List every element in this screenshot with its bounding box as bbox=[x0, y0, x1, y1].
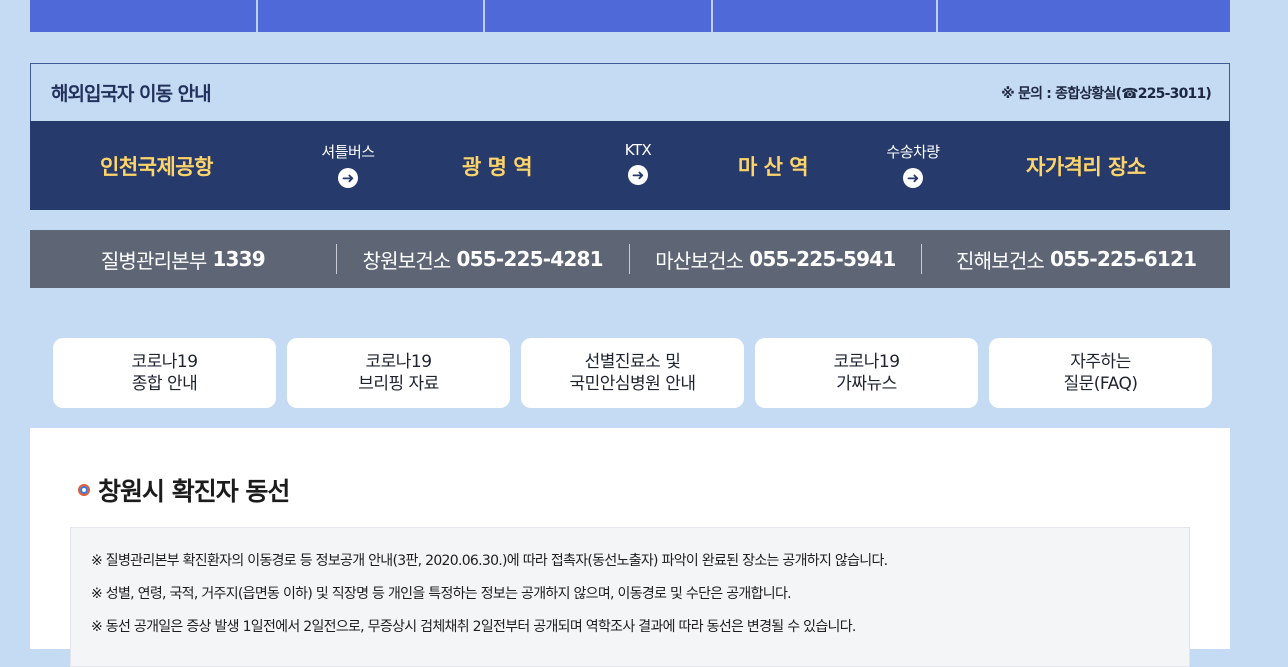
content-panel: 창원시 확진자 동선 ※ 질병관리본부 확진환자의 이동경로 등 정보공개 안내… bbox=[30, 428, 1230, 667]
quick-faq-button[interactable]: 자주하는 질문(FAQ) bbox=[989, 338, 1212, 408]
top-tab-4[interactable] bbox=[713, 0, 938, 32]
phone-name: 마산보건소 bbox=[655, 248, 744, 273]
phone-jinhae[interactable]: 진해보건소 055-225-6121 bbox=[921, 244, 1230, 274]
phone-changwon[interactable]: 창원보건소 055-225-4281 bbox=[335, 244, 629, 274]
quick-line2: 브리핑 자료 bbox=[358, 374, 439, 394]
connector-ktx: KTX ➜ bbox=[598, 141, 678, 185]
top-tab-1[interactable] bbox=[30, 0, 258, 32]
top-tab-5[interactable] bbox=[938, 0, 1230, 32]
notice-line: ※ 질병관리본부 확진환자의 이동경로 등 정보공개 안내(3판, 2020.0… bbox=[91, 553, 888, 569]
section-title-text: 창원시 확진자 동선 bbox=[98, 477, 290, 506]
quick-menu: 코로나19 종합 안내 코로나19 브리핑 자료 선별진료소 및 국민안심병원 … bbox=[53, 338, 1213, 408]
quick-briefing-button[interactable]: 코로나19 브리핑 자료 bbox=[287, 338, 510, 408]
connector-label: KTX bbox=[624, 141, 652, 159]
phone-name: 창원보건소 bbox=[362, 248, 452, 273]
phone-number: 055-225-5941 bbox=[749, 247, 896, 271]
arrow-right-circle-icon: ➜ bbox=[903, 168, 923, 188]
arrow-right-circle-icon: ➜ bbox=[628, 165, 648, 185]
quick-line2: 질문(FAQ) bbox=[1063, 374, 1138, 394]
bullet-circle-icon bbox=[78, 484, 90, 496]
connector-label: 셔틀버스 bbox=[321, 143, 375, 161]
phone-name: 진해보건소 bbox=[956, 248, 1045, 273]
entrant-title: 해외입국자 이동 안내 bbox=[51, 83, 212, 105]
connector-transport-vehicle: 수송차량 ➜ bbox=[873, 141, 953, 188]
section-title: 창원시 확진자 동선 bbox=[78, 472, 290, 508]
quick-line2: 가짜뉴스 bbox=[836, 374, 897, 394]
phone-masan[interactable]: 마산보건소 055-225-5941 bbox=[628, 244, 922, 274]
entrant-header: 해외입국자 이동 안내 ※ 문의 : 종합상황실(☎225-3011) bbox=[30, 63, 1230, 121]
phone-number: 1339 bbox=[212, 247, 265, 271]
phone-name: 질병관리본부 bbox=[100, 248, 207, 273]
connector-label: 수송차량 bbox=[886, 143, 940, 161]
arrow-right-circle-icon: ➜ bbox=[338, 168, 358, 188]
quick-line2: 국민안심병원 안내 bbox=[569, 374, 696, 394]
phone-kcdc[interactable]: 질병관리본부 1339 bbox=[30, 244, 336, 274]
quick-line1: 코로나19 bbox=[131, 352, 198, 372]
quick-line1: 코로나19 bbox=[365, 352, 432, 372]
quick-line1: 코로나19 bbox=[833, 352, 900, 372]
quick-line2: 종합 안내 bbox=[131, 374, 198, 394]
quick-covid-overview-button[interactable]: 코로나19 종합 안내 bbox=[53, 338, 276, 408]
quick-line1: 선별진료소 및 bbox=[584, 352, 681, 372]
overseas-entrant-panel: 해외입국자 이동 안내 ※ 문의 : 종합상황실(☎225-3011) 인천국제… bbox=[30, 63, 1230, 210]
quick-line1: 자주하는 bbox=[1070, 352, 1131, 372]
top-tab-strip bbox=[30, 0, 1230, 32]
route-bar: 인천국제공항 셔틀버스 ➜ 광 명 역 KTX ➜ 마 산 역 수송차량 ➜ 자… bbox=[30, 121, 1230, 210]
place-self-quarantine: 자가격리 장소 bbox=[1026, 155, 1146, 179]
top-tab-3[interactable] bbox=[485, 0, 713, 32]
connector-shuttle-bus: 셔틀버스 ➜ bbox=[308, 141, 388, 188]
entrant-contact: ※ 문의 : 종합상황실(☎225-3011) bbox=[1001, 85, 1212, 102]
place-gwangmyeong-station: 광 명 역 bbox=[462, 155, 533, 179]
notice-line: ※ 성별, 연령, 국적, 거주지(읍면동 이하) 및 직장명 등 개인을 특정… bbox=[91, 586, 792, 602]
quick-clinic-button[interactable]: 선별진료소 및 국민안심병원 안내 bbox=[521, 338, 744, 408]
place-incheon-airport: 인천국제공항 bbox=[100, 155, 213, 179]
health-center-phone-bar: 질병관리본부 1339 창원보건소 055-225-4281 마산보건소 055-22… bbox=[30, 230, 1230, 288]
notice-line: ※ 동선 공개일은 증상 발생 1일전에서 2일전으로, 무증상시 검체채취 2… bbox=[91, 619, 856, 635]
top-tab-2[interactable] bbox=[258, 0, 485, 32]
phone-number: 055-225-6121 bbox=[1050, 247, 1197, 271]
quick-fake-news-button[interactable]: 코로나19 가짜뉴스 bbox=[755, 338, 978, 408]
place-masan-station: 마 산 역 bbox=[738, 155, 809, 179]
phone-number: 055-225-4281 bbox=[456, 247, 604, 271]
notice-box: ※ 질병관리본부 확진환자의 이동경로 등 정보공개 안내(3판, 2020.0… bbox=[70, 527, 1190, 667]
